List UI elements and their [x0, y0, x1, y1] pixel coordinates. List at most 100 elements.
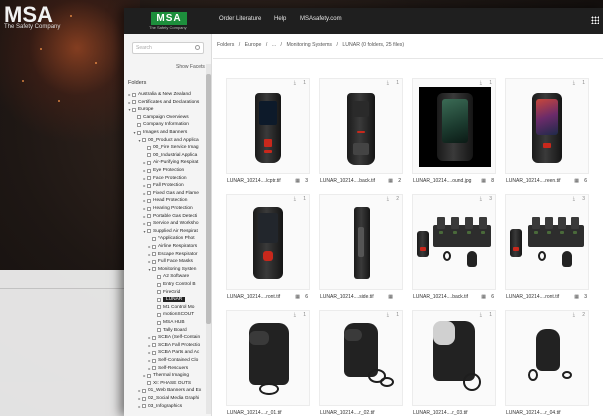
folder-tree-item[interactable]: ▸ Self-Contained Clo	[147, 357, 198, 364]
folder-tree-item[interactable]: ▸ 02_Social Media Graphi	[137, 395, 199, 402]
crumb-ellipsis[interactable]: ...	[272, 42, 276, 48]
folder-checkbox[interactable]	[147, 221, 151, 226]
asset-card[interactable]: ⤓ 1 LUNAR_10214....r_01.tif	[226, 310, 310, 416]
asset-thumbnail[interactable]	[505, 78, 589, 174]
folder-tree-item[interactable]: A2 Software	[152, 273, 189, 280]
asset-filename[interactable]: LUNAR_10214....r_03.tif	[413, 410, 467, 416]
folder-tree-item[interactable]: Campaign Overviews	[132, 114, 189, 121]
download-icon[interactable]: ⤓	[387, 312, 389, 318]
folder-checkbox[interactable]	[152, 358, 156, 363]
folder-checkbox[interactable]	[157, 328, 161, 333]
folder-tree-item[interactable]: ▾ Europe	[127, 106, 153, 113]
folder-checkbox[interactable]	[157, 274, 161, 279]
download-icon[interactable]: ⤓	[480, 196, 482, 202]
asset-card[interactable]: ⤓ 1 LUNAR_10214....back.tif ▦ 2	[319, 78, 403, 186]
folder-checkbox[interactable]	[147, 381, 151, 386]
asset-filename[interactable]: LUNAR_10214....reen.tif	[506, 178, 560, 184]
folder-tree-item[interactable]: ▸ Fall Protection	[142, 182, 183, 189]
folder-checkbox[interactable]	[137, 122, 141, 127]
folder-checkbox[interactable]	[142, 138, 146, 143]
folder-tree-item[interactable]: Company Information	[132, 121, 189, 128]
asset-filename[interactable]: LUNAR_10214....back.tif	[413, 294, 468, 300]
folder-tree-item[interactable]: ▸ Fixed Gas and Flame	[142, 190, 198, 197]
folder-tree-item-selected[interactable]: LUNAR	[152, 296, 186, 303]
folder-tree-item[interactable]: ▸ Face Protection	[142, 175, 186, 182]
folder-checkbox[interactable]	[147, 373, 151, 378]
asset-filename[interactable]: LUNAR_10214....ound.jpg	[413, 178, 471, 184]
asset-filename[interactable]: LUNAR_10214....ront.tif	[227, 294, 280, 300]
download-icon[interactable]: ⤓	[480, 312, 482, 318]
asset-filename[interactable]: LUNAR_10214....side.tif	[320, 294, 374, 300]
asset-thumbnail[interactable]	[226, 310, 310, 406]
search-input[interactable]: Search	[132, 42, 204, 54]
folder-tree-item[interactable]: FireGrid	[152, 289, 180, 296]
asset-thumbnail[interactable]	[412, 194, 496, 290]
folder-checkbox[interactable]	[152, 236, 156, 241]
folder-tree-item[interactable]: ▸ 03_Infographics	[137, 403, 182, 410]
folder-checkbox[interactable]	[157, 282, 161, 287]
asset-filename[interactable]: LUNAR_10214....ront.tif	[506, 294, 559, 300]
folder-tree-item[interactable]: ▸ Eye Protection	[142, 167, 184, 174]
folder-checkbox[interactable]	[147, 168, 151, 173]
folder-checkbox[interactable]	[157, 320, 161, 325]
download-icon[interactable]: ⤓	[294, 196, 296, 202]
folder-checkbox[interactable]	[137, 130, 141, 135]
folder-tree-item[interactable]: ▸ SCBA (Self-Contain	[147, 334, 200, 341]
folder-tree-item[interactable]: ▸ Air-Purifying Respirat	[142, 159, 198, 166]
crumb-europe[interactable]: Europe	[245, 42, 262, 48]
asset-card[interactable]: ⤓ 3 LUNAR_10214....ront.tif ▦ 3	[505, 194, 589, 302]
folder-tree-item[interactable]: ▸ Service and Worksho	[142, 220, 198, 227]
asset-thumbnail[interactable]	[412, 78, 496, 174]
folder-tree-item[interactable]: *Application Phot	[147, 235, 195, 242]
folder-tree-item[interactable]: ▾ Monitoring Systen	[147, 266, 196, 273]
download-icon[interactable]: ⤓	[294, 312, 296, 318]
folder-tree-item[interactable]: ▸ Thermal Imaging	[142, 372, 189, 379]
folder-checkbox[interactable]	[152, 335, 156, 340]
asset-thumbnail[interactable]	[412, 310, 496, 406]
asset-card[interactable]: ⤓ 1 LUNAR_10214....ront.tif ▦ 6	[226, 194, 310, 302]
asset-thumbnail[interactable]	[505, 194, 589, 290]
download-icon[interactable]: ⤓	[387, 80, 389, 86]
folder-checkbox[interactable]	[142, 404, 146, 409]
folder-checkbox[interactable]	[132, 92, 136, 97]
folder-checkbox[interactable]	[142, 396, 146, 401]
folder-checkbox[interactable]	[147, 198, 151, 203]
folder-tree-item[interactable]: ▸ Australia & New Zealand	[127, 91, 190, 98]
folder-tree-item[interactable]: ▾ 00_Product and Applica	[137, 137, 198, 144]
asset-card[interactable]: ⤓ 1 LUNAR_10214....reen.tif ▦ 6	[505, 78, 589, 186]
asset-thumbnail[interactable]	[319, 194, 403, 290]
folder-tree-item[interactable]: ▸ Escape Respirator	[147, 251, 197, 258]
asset-card[interactable]: ⤓ 3 LUNAR_10214....back.tif ▦ 6	[412, 194, 496, 302]
folder-tree-item[interactable]: ▸ SCBA Fall Protectio	[147, 342, 200, 349]
search-icon[interactable]	[195, 45, 200, 50]
folder-tree-item[interactable]: 00_Fire Service Imag	[142, 144, 199, 151]
asset-thumbnail[interactable]	[319, 310, 403, 406]
nav-help[interactable]: Help	[274, 16, 286, 22]
folder-tree-item[interactable]: ▸ Portable Gas Detecti	[142, 213, 197, 220]
folder-checkbox[interactable]	[152, 244, 156, 249]
msa-logo[interactable]: MSA	[151, 12, 187, 25]
asset-thumbnail[interactable]	[226, 194, 310, 290]
folder-checkbox[interactable]	[147, 206, 151, 211]
folder-checkbox[interactable]	[157, 312, 161, 317]
download-icon[interactable]: ⤓	[387, 196, 389, 202]
folder-tree-item[interactable]: ▸ Head Protection	[142, 197, 187, 204]
folder-checkbox[interactable]	[152, 350, 156, 355]
asset-filename[interactable]: LUNAR_10214....r_01.tif	[227, 410, 281, 416]
folder-tree-item[interactable]: motionSCOUT	[152, 311, 194, 318]
asset-filename[interactable]: LUNAR_10214....r_04.tif	[506, 410, 560, 416]
folder-checkbox[interactable]	[147, 153, 151, 158]
folder-checkbox[interactable]	[132, 107, 136, 112]
folder-tree-item[interactable]: ▾ Images and Banners	[132, 129, 187, 136]
download-icon[interactable]: ⤓	[480, 80, 482, 86]
sidebar-scrollbar-thumb[interactable]	[206, 74, 211, 324]
folder-tree-item[interactable]: ▸ SCBA Parts and Ac	[147, 349, 199, 356]
crumb-folders[interactable]: Folders	[217, 42, 234, 48]
asset-thumbnail[interactable]	[226, 78, 310, 174]
nav-msasafety[interactable]: MSAsafety.com	[300, 16, 342, 22]
folder-tree-item[interactable]: ▸ 01_Web Banners and Ex	[137, 387, 201, 394]
download-icon[interactable]: ⤓	[573, 80, 575, 86]
folder-tree-item[interactable]: ▸ Hearing Protection	[142, 205, 192, 212]
folder-tree-item[interactable]: ▸ Self-Rescuers	[147, 365, 188, 372]
download-icon[interactable]: ⤓	[294, 80, 296, 86]
